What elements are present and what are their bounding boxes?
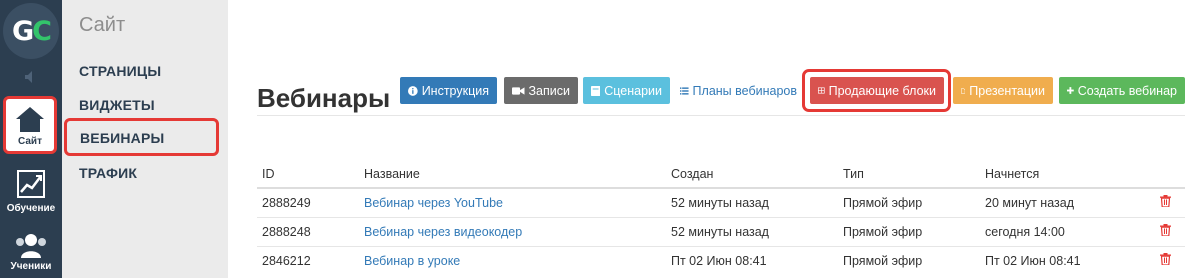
logo-text: GC bbox=[12, 15, 52, 47]
cell-actions bbox=[1141, 187, 1185, 217]
column-header-start[interactable]: Начнется bbox=[980, 160, 1141, 189]
icon-rail: GC Сайт Обучение Ученики bbox=[0, 0, 62, 278]
cell-created: Пт 02 Июн 08:41 bbox=[666, 245, 838, 275]
cell-name: Вебинар через видеокодер bbox=[359, 216, 666, 246]
logo[interactable]: GC bbox=[0, 0, 62, 62]
rail-item-learning[interactable]: Обучение bbox=[0, 164, 62, 222]
info-icon bbox=[408, 85, 418, 96]
webinar-link[interactable]: Вебинар через видеокодер bbox=[364, 225, 522, 239]
submenu-item-webinars[interactable]: ВЕБИНАРЫ bbox=[64, 118, 219, 156]
cell-actions bbox=[1141, 245, 1185, 275]
video-camera-icon bbox=[512, 86, 525, 95]
logo-badge: GC bbox=[3, 3, 59, 59]
webinar-link[interactable]: Вебинар через YouTube bbox=[364, 196, 503, 210]
list-icon bbox=[680, 86, 689, 95]
cell-created: 52 минуты назад bbox=[666, 187, 838, 217]
users-icon bbox=[16, 234, 46, 258]
presentations-button[interactable]: Презентации bbox=[953, 77, 1053, 104]
create-webinar-label: Создать вебинар bbox=[1077, 83, 1177, 98]
submenu-item-widgets[interactable]: ВИДЖЕТЫ bbox=[79, 97, 155, 113]
webinar-plans-link[interactable]: Планы вебинаров bbox=[676, 77, 801, 104]
book-icon bbox=[591, 85, 601, 96]
page-title: Вебинары bbox=[257, 83, 391, 113]
instructions-button[interactable]: Инструкция bbox=[400, 77, 497, 104]
selling-blocks-button[interactable]: Продающие блоки bbox=[810, 77, 944, 104]
create-webinar-button[interactable]: Создать вебинар bbox=[1059, 77, 1185, 104]
webinar-plans-label: Планы вебинаров bbox=[692, 83, 797, 98]
cell-start: Пт 02 Июн 08:41 bbox=[980, 245, 1141, 275]
presentations-label: Презентации bbox=[969, 83, 1045, 98]
cell-start: 20 минут назад bbox=[980, 187, 1141, 217]
column-header-type[interactable]: Тип bbox=[838, 160, 980, 189]
cell-created: 52 минуты назад bbox=[666, 216, 838, 246]
scenarios-button[interactable]: Сценарии bbox=[583, 77, 670, 104]
submenu-item-pages[interactable]: СТРАНИЦЫ bbox=[79, 63, 161, 79]
rail-item-students[interactable]: Ученики bbox=[0, 230, 62, 278]
home-icon bbox=[16, 107, 44, 132]
rail-item-site[interactable]: Сайт bbox=[3, 96, 57, 154]
speaker-mute-icon[interactable] bbox=[0, 62, 62, 92]
rail-item-label: Обучение bbox=[6, 203, 56, 214]
column-header-name[interactable]: Название bbox=[359, 160, 666, 189]
scenarios-label: Сценарии bbox=[604, 83, 662, 98]
trash-icon[interactable] bbox=[1160, 253, 1171, 266]
app-window: GC Сайт Обучение Ученики Сайт СТРАНИЦЫ В… bbox=[0, 0, 1198, 278]
header-divider bbox=[257, 115, 1185, 116]
cell-type: Прямой эфир bbox=[838, 187, 980, 217]
table-header-row: ID Название Создан Тип Начнется bbox=[257, 160, 1185, 189]
trash-icon[interactable] bbox=[1160, 195, 1171, 208]
plus-icon bbox=[1067, 87, 1074, 94]
main-content: Вебинары Инструкция Записи Сценарии План… bbox=[228, 0, 1198, 278]
records-label: Записи bbox=[528, 83, 571, 98]
column-header-actions bbox=[1141, 160, 1185, 189]
growth-chart-icon bbox=[17, 170, 45, 198]
cell-actions bbox=[1141, 216, 1185, 246]
webinar-link[interactable]: Вебинар в уроке bbox=[364, 254, 460, 268]
table-row[interactable]: 2888249 Вебинар через YouTube 52 минуты … bbox=[257, 187, 1185, 217]
rail-item-label: Сайт bbox=[18, 136, 42, 147]
cell-type: Прямой эфир bbox=[838, 216, 980, 246]
file-icon bbox=[961, 87, 966, 94]
instructions-label: Инструкция bbox=[421, 83, 489, 98]
cell-id: 2888248 bbox=[257, 216, 359, 246]
cell-type: Прямой эфир bbox=[838, 245, 980, 275]
cell-id: 2846212 bbox=[257, 245, 359, 275]
section-submenu: Сайт СТРАНИЦЫ ВИДЖЕТЫ ВЕБИНАРЫ ТРАФИК bbox=[62, 0, 228, 278]
cell-name: Вебинар в уроке bbox=[359, 245, 666, 275]
submenu-item-traffic[interactable]: ТРАФИК bbox=[79, 165, 137, 181]
table-row[interactable]: 2888248 Вебинар через видеокодер 52 мину… bbox=[257, 216, 1185, 246]
selling-blocks-label: Продающие блоки bbox=[828, 83, 936, 98]
column-header-id[interactable]: ID bbox=[257, 160, 359, 189]
table-row[interactable]: 2846212 Вебинар в уроке Пт 02 Июн 08:41 … bbox=[257, 245, 1185, 275]
grid-icon bbox=[818, 87, 825, 94]
column-header-created[interactable]: Создан bbox=[666, 160, 838, 189]
trash-icon[interactable] bbox=[1160, 224, 1171, 237]
cell-start: сегодня 14:00 bbox=[980, 216, 1141, 246]
rail-item-label: Ученики bbox=[10, 261, 52, 272]
webinars-table: ID Название Создан Тип Начнется 2888249 … bbox=[257, 160, 1185, 275]
cell-name: Вебинар через YouTube bbox=[359, 187, 666, 217]
records-button[interactable]: Записи bbox=[504, 77, 578, 104]
cell-id: 2888249 bbox=[257, 187, 359, 217]
submenu-title: Сайт bbox=[79, 14, 126, 36]
